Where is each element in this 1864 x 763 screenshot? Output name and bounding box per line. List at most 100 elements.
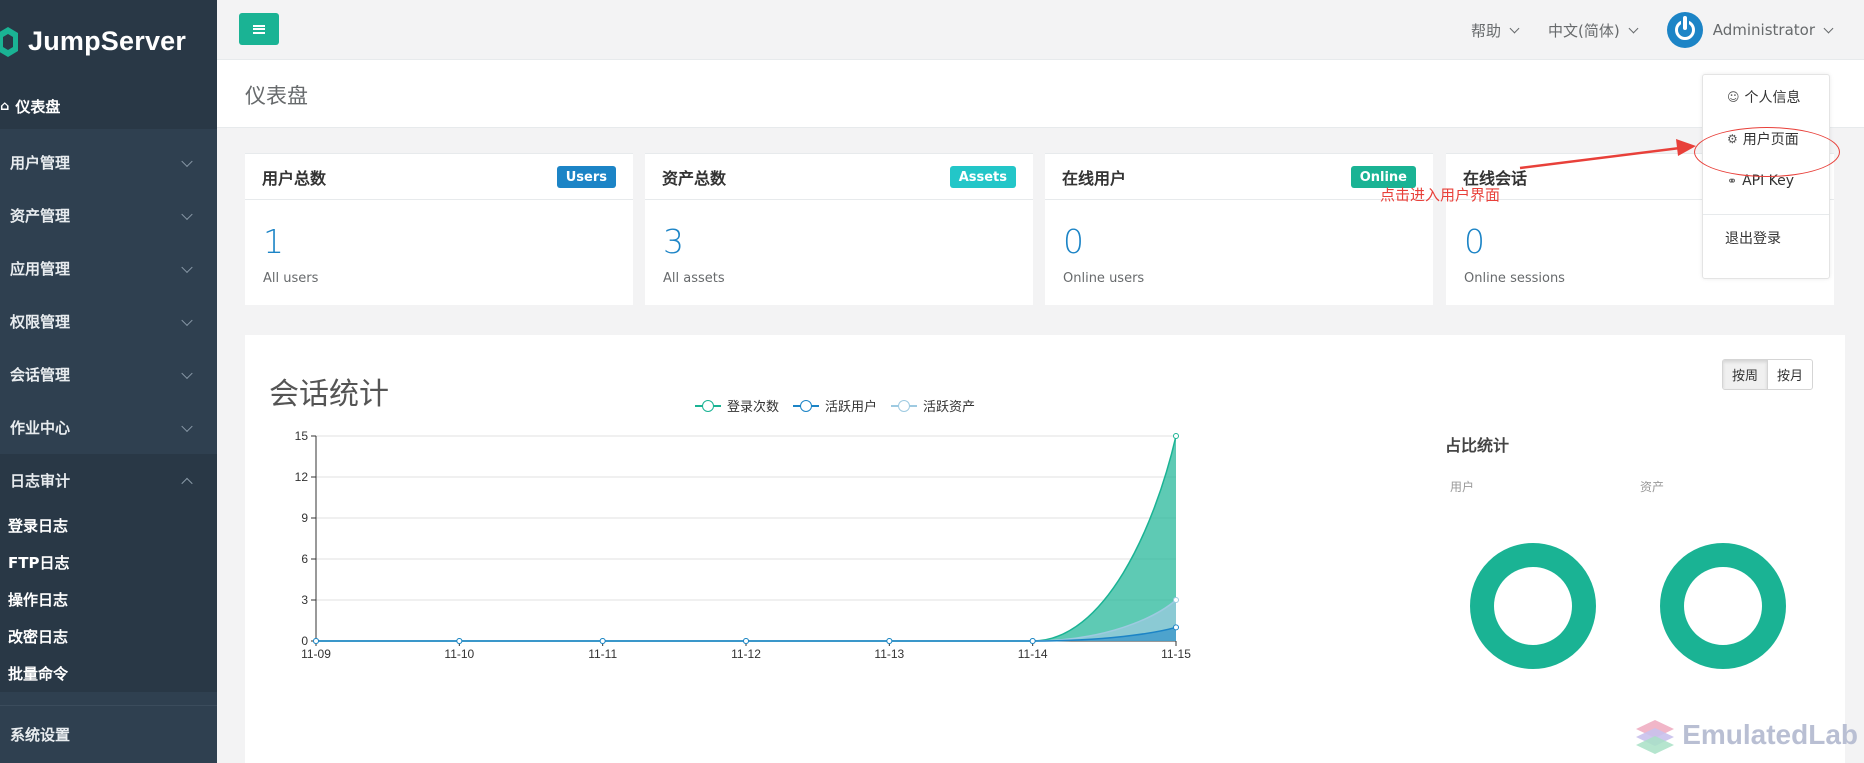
x-tick-label: 11-09 xyxy=(301,647,331,661)
legend-label: 活跃用户 xyxy=(825,400,878,415)
sidebar-item-label: 系统设置 xyxy=(10,726,71,744)
session-line-chart: 0 3 6 9 12 15 11-09 11-10 11-11 11-12 11-13 11-14 11… xyxy=(295,429,1192,661)
series-area-2 xyxy=(316,600,1176,641)
chevron-down-icon xyxy=(181,208,193,220)
sidebar: JumpServer ⌂ 仪表盘 用户管理 资产管理 应用管理 权限管理 会话管… xyxy=(0,0,217,763)
chart-legend: 登录次数 活跃用户 活跃资产 xyxy=(695,396,989,415)
jumpserver-logo-icon xyxy=(0,26,18,57)
y-tick-label: 0 xyxy=(301,634,308,648)
data-point xyxy=(1029,638,1036,644)
card-title-text: 资产总数 xyxy=(662,168,727,188)
data-point xyxy=(456,638,463,644)
page-heading: 仪表盘 xyxy=(217,60,1864,128)
assets-donut-chart[interactable] xyxy=(1660,543,1786,669)
sidebar-item-label: 作业中心 xyxy=(10,419,71,437)
topbar: 帮助 中文(简体) Administrator xyxy=(217,0,1864,60)
card-subtitle: Online users xyxy=(1063,271,1145,286)
menu-item-logout[interactable]: 退出登录 xyxy=(1703,215,1829,261)
chevron-down-icon xyxy=(1509,23,1520,33)
sidebar-subitem-batch-command[interactable]: 批量命令 xyxy=(0,655,217,692)
language-menu[interactable]: 中文(简体) xyxy=(1548,20,1639,41)
sidebar-item-settings[interactable]: 系统设置 xyxy=(0,705,217,763)
chevron-down-icon xyxy=(181,155,193,167)
y-tick-label: 15 xyxy=(295,429,309,443)
sidebar-item-audit[interactable]: 日志审计 xyxy=(0,454,217,507)
sidebar-item-label: 会话管理 xyxy=(10,366,71,384)
card-title: 用户总数 Users xyxy=(245,154,633,200)
users-donut-chart[interactable] xyxy=(1470,543,1596,669)
x-tick-label: 11-15 xyxy=(1161,647,1191,661)
legend-item-active-users[interactable]: 活跃用户 xyxy=(793,396,877,415)
card-title: 资产总数 Assets xyxy=(645,154,1033,200)
sidebar-item-label: 应用管理 xyxy=(10,260,71,278)
sidebar-subitem-login-log[interactable]: 登录日志 xyxy=(0,507,217,544)
menu-item-profile[interactable]: ☺ 个人信息 xyxy=(1703,76,1829,118)
sidebar-toggle-button[interactable] xyxy=(239,13,279,45)
series-line-2 xyxy=(316,599,1177,642)
stat-card-users: 用户总数 Users 1 All users xyxy=(245,153,633,305)
y-tick-label: 6 xyxy=(301,552,308,566)
legend-item-active-assets[interactable]: 活跃资产 xyxy=(891,396,975,415)
sidebar-subitem-ftp-log[interactable]: FTP日志 xyxy=(0,544,217,581)
user-name: Administrator xyxy=(1712,21,1815,39)
x-tick-label: 11-14 xyxy=(1018,647,1048,661)
sidebar-item-label: 仪表盘 xyxy=(15,97,61,116)
sidebar-item-label: 资产管理 xyxy=(10,207,71,225)
sidebar-item-users[interactable]: 用户管理 xyxy=(0,136,217,189)
data-point xyxy=(743,638,749,644)
card-title-text: 在线用户 xyxy=(1062,168,1127,188)
status-badge: Users xyxy=(556,166,616,188)
x-tick-label: 11-12 xyxy=(731,647,761,661)
y-tick-label: 9 xyxy=(301,511,308,525)
legend-label: 登录次数 xyxy=(727,400,780,415)
page-title: 仪表盘 xyxy=(245,84,308,108)
toggle-week-button[interactable]: 按周 xyxy=(1722,360,1768,389)
sidebar-group-audit: 日志审计 登录日志 FTP日志 操作日志 改密日志 批量命令 xyxy=(0,454,217,692)
card-title-text: 用户总数 xyxy=(262,168,327,188)
toggle-month-button[interactable]: 按月 xyxy=(1768,360,1812,389)
sidebar-subitem-operate-log[interactable]: 操作日志 xyxy=(0,581,217,618)
sidebar-item-applications[interactable]: 应用管理 xyxy=(0,242,217,295)
y-tick-label: 3 xyxy=(301,593,308,607)
data-point xyxy=(886,638,893,644)
sidebar-item-assets[interactable]: 资产管理 xyxy=(0,189,217,242)
series-area-0 xyxy=(316,436,1176,641)
ratio-label-assets: 资产 xyxy=(1640,480,1665,494)
help-menu[interactable]: 帮助 xyxy=(1471,20,1520,41)
logo-text: JumpServer xyxy=(28,26,187,56)
help-label: 帮助 xyxy=(1471,21,1502,40)
x-tick-label: 11-13 xyxy=(874,647,904,661)
x-tick-label: 11-10 xyxy=(444,647,474,661)
data-point xyxy=(1173,624,1179,631)
panel-title: 会话统计 xyxy=(269,377,389,412)
card-value[interactable]: 0 xyxy=(1063,222,1084,261)
chevron-up-icon xyxy=(181,477,193,489)
sidebar-item-label: 用户管理 xyxy=(10,154,71,172)
annotation-highlight-ellipse xyxy=(1694,127,1840,177)
user-menu[interactable]: Administrator xyxy=(1666,12,1834,48)
chevron-down-icon xyxy=(1628,23,1639,33)
sidebar-item-dashboard[interactable]: ⌂ 仪表盘 xyxy=(0,83,217,129)
legend-label: 活跃资产 xyxy=(923,400,976,415)
data-point xyxy=(599,638,606,644)
chevron-down-icon xyxy=(181,261,193,273)
card-value[interactable]: 3 xyxy=(663,222,684,261)
card-value[interactable]: 1 xyxy=(263,222,284,261)
sidebar-subitem-password-change-log[interactable]: 改密日志 xyxy=(0,618,217,655)
card-subtitle: Online sessions xyxy=(1464,271,1565,286)
card-subtitle: All users xyxy=(263,271,319,286)
session-stats-panel: 会话统计 登录次数 活跃用户 活跃资产 按周 按月 0 3 6 9 12 15 11-09 1… xyxy=(245,335,1845,763)
key-icon: ⚭ xyxy=(1727,174,1738,188)
sidebar-item-sessions[interactable]: 会话管理 xyxy=(0,348,217,401)
status-badge: Assets xyxy=(949,166,1016,188)
sidebar-item-jobs[interactable]: 作业中心 xyxy=(0,401,217,454)
legend-item-logins[interactable]: 登录次数 xyxy=(695,396,779,415)
logo[interactable]: JumpServer xyxy=(0,0,217,83)
chevron-down-icon xyxy=(1823,23,1834,33)
chevron-down-icon xyxy=(181,367,193,379)
ratio-title: 占比统计 xyxy=(1445,436,1510,455)
user-icon: ☺ xyxy=(1727,90,1740,104)
language-label: 中文(简体) xyxy=(1548,21,1620,40)
sidebar-item-permissions[interactable]: 权限管理 xyxy=(0,295,217,348)
card-value[interactable]: 0 xyxy=(1464,222,1485,261)
